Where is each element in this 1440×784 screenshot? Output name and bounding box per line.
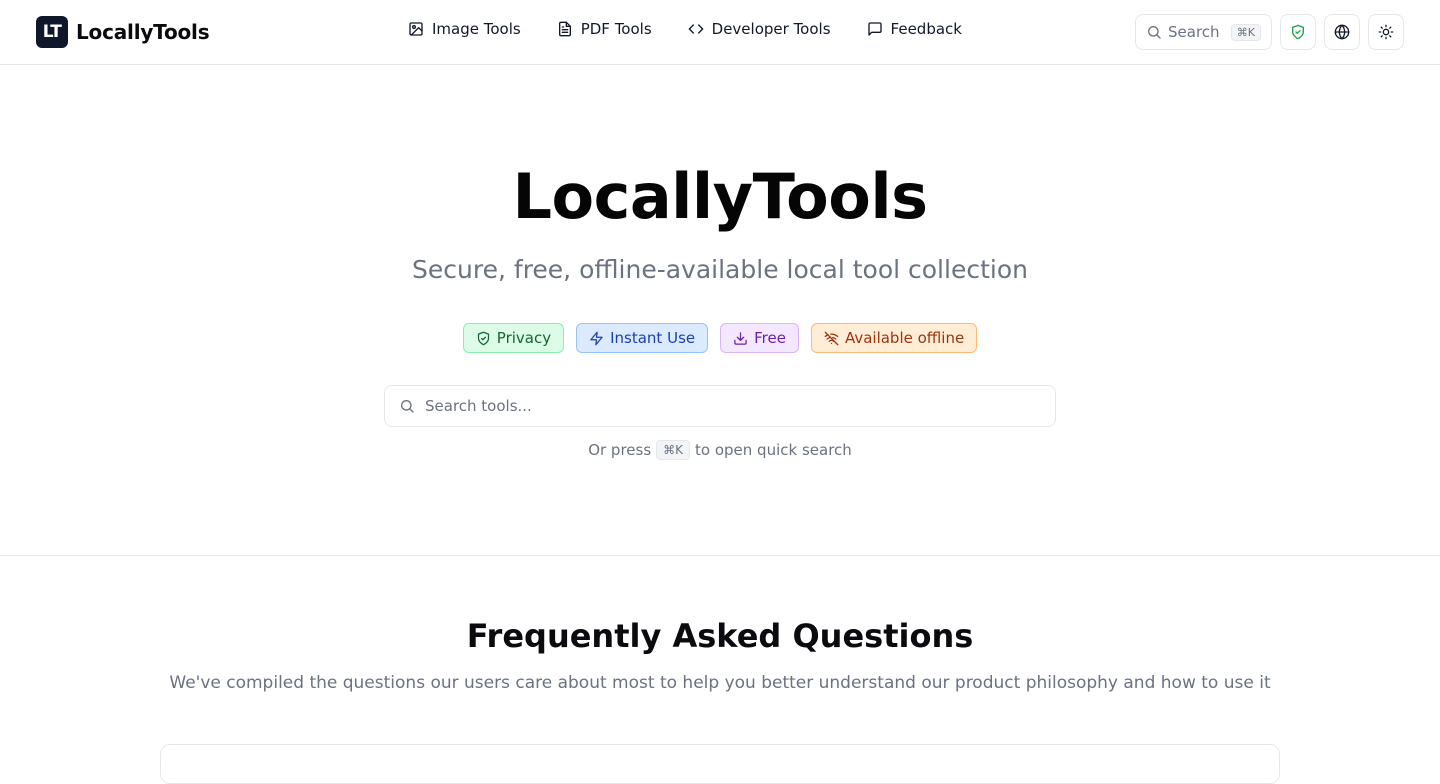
download-icon xyxy=(734,331,747,345)
top-header: LT LocallyTools Image Tools PDF Tools De… xyxy=(0,0,1440,65)
feature-badges: Privacy Instant Use Free Available offli… xyxy=(0,323,1440,353)
badge-label: Instant Use xyxy=(610,329,696,347)
badge-available-offline: Available offline xyxy=(810,323,978,353)
badge-free: Free xyxy=(720,323,799,353)
quick-search-hint: Or press ⌘K to open quick search xyxy=(0,440,1440,460)
tool-search-input[interactable] xyxy=(423,396,1041,416)
search-shortcut-kbd: ⌘K xyxy=(1230,23,1261,41)
nav-label: Developer Tools xyxy=(711,20,831,38)
faq-card[interactable] xyxy=(160,744,1280,784)
privacy-button[interactable] xyxy=(1280,14,1316,50)
wifi-off-icon xyxy=(824,331,839,345)
badge-label: Free xyxy=(754,329,786,347)
nav-label: Image Tools xyxy=(432,20,521,38)
nav-label: PDF Tools xyxy=(580,20,652,38)
theme-toggle-button[interactable] xyxy=(1368,14,1404,50)
badge-label: Available offline xyxy=(844,329,965,347)
file-text-icon xyxy=(558,21,571,37)
badge-privacy: Privacy xyxy=(462,323,565,353)
sun-icon xyxy=(1378,24,1394,40)
hero-subtitle: Secure, free, offline-available local to… xyxy=(412,255,1028,284)
badge-label: Privacy xyxy=(496,329,552,347)
nav-item-feedback[interactable]: Feedback xyxy=(867,20,962,38)
logo-text: LocallyTools xyxy=(76,20,210,44)
main-nav: Image Tools PDF Tools Developer Tools Fe… xyxy=(408,20,998,38)
zap-icon xyxy=(590,331,603,345)
search-icon xyxy=(401,400,414,413)
code-icon xyxy=(688,24,703,34)
tool-search-box xyxy=(384,385,1056,427)
faq-title: Frequently Asked Questions xyxy=(466,617,974,655)
nav-item-developer-tools[interactable]: Developer Tools xyxy=(688,20,831,38)
badge-instant-use: Instant Use xyxy=(576,323,709,353)
header-search-button[interactable]: Search ⌘K xyxy=(1135,14,1272,50)
hero-title: LocallyTools xyxy=(512,160,928,233)
logo-mark: LT xyxy=(36,16,68,48)
language-button[interactable] xyxy=(1324,14,1360,50)
logo-link[interactable]: LT LocallyTools xyxy=(36,16,210,48)
hint-prefix: Or press xyxy=(588,441,652,459)
faq-subtitle: We've compiled the questions our users c… xyxy=(169,673,1271,693)
shield-check-icon xyxy=(1292,24,1304,40)
nav-label: Feedback xyxy=(890,20,962,38)
hint-suffix: to open quick search xyxy=(695,441,852,459)
shield-check-icon xyxy=(477,331,489,345)
image-icon xyxy=(409,22,423,36)
hint-shortcut-kbd: ⌘K xyxy=(656,440,691,460)
message-square-icon xyxy=(867,22,882,36)
header-search-label: Search xyxy=(1168,23,1220,41)
globe-icon xyxy=(1334,24,1350,40)
nav-item-pdf-tools[interactable]: PDF Tools xyxy=(557,20,652,38)
nav-item-image-tools[interactable]: Image Tools xyxy=(408,20,521,38)
section-divider xyxy=(0,555,1440,556)
search-icon xyxy=(1148,26,1161,39)
